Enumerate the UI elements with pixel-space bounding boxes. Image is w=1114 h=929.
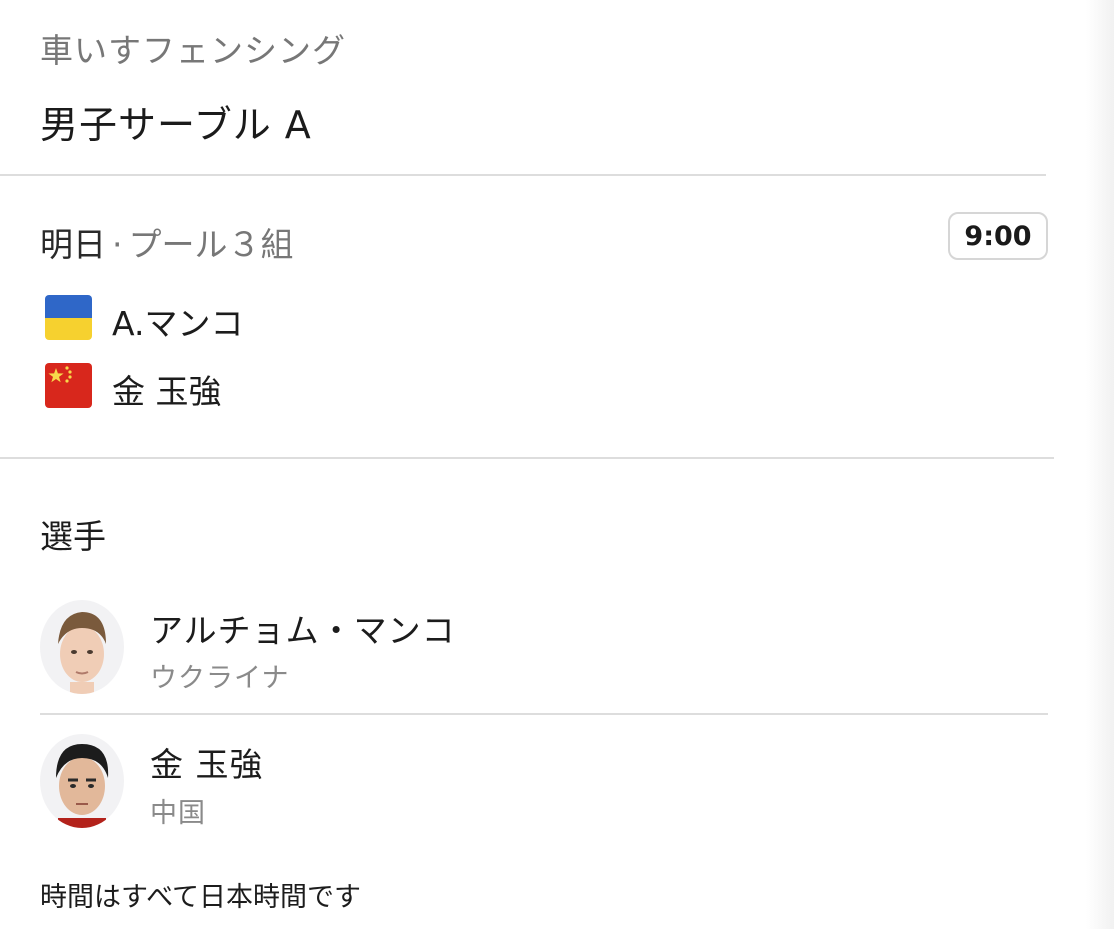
athlete-name[interactable]: アルチョム・マンコ [150,604,456,652]
event-title: 男子サーブル A [40,103,312,147]
match-separator: · [112,225,123,264]
divider [0,457,1054,459]
china-flag-icon [45,363,92,408]
athlete-avatar[interactable] [40,734,124,828]
sport-label: 車いすフェンシング [40,31,346,70]
divider [40,713,1048,715]
match-info: 明日 · プール３組 [40,218,294,266]
athlete-name[interactable]: 金 玉強 [150,738,264,786]
athletes-section-title: 選手 [40,517,106,556]
match-day: 明日 [40,225,106,264]
ukraine-flag-icon [45,295,92,340]
match-time-badge: 9:00 [948,212,1048,260]
competitor-name[interactable]: A.マンコ [112,297,243,345]
athlete-avatar[interactable] [40,600,124,694]
athlete-country: ウクライナ [150,663,290,694]
match-pool: プール３組 [128,225,294,264]
divider [0,174,1046,176]
right-edge-shade [1086,0,1114,929]
timezone-note: 時間はすべて日本時間です [40,882,362,913]
athlete-country: 中国 [150,798,206,829]
competitor-name[interactable]: 金 玉強 [112,365,222,413]
